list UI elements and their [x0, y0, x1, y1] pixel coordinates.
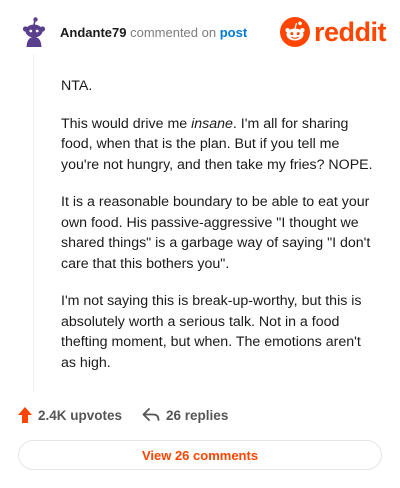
comment-paragraph: NTA. — [61, 78, 93, 94]
comment-actions: 2.4K upvotes 26 replies — [18, 404, 228, 426]
replies-button[interactable]: 26 replies — [142, 408, 228, 423]
comment-header: Andante79 commented on post reddit — [18, 16, 387, 52]
comment-paragraph: This would drive me insane. I'm all for … — [61, 115, 373, 173]
comment-paragraph: I'm not saying this is break-up-worthy, … — [61, 293, 362, 371]
reddit-wordmark: reddit — [313, 17, 387, 47]
username[interactable]: Andante79 — [60, 25, 126, 40]
snoo-avatar-icon — [18, 16, 50, 48]
upvote-button[interactable]: 2.4K upvotes — [18, 407, 122, 423]
thread-line — [33, 54, 34, 392]
reply-arrow-icon — [142, 408, 160, 421]
comment-body: NTA. This would drive me insane. I'm all… — [61, 76, 379, 390]
comment-paragraph: It is a reasonable boundary to be able t… — [61, 194, 371, 272]
upvote-count: 2.4K upvotes — [38, 407, 123, 423]
post-link[interactable]: post — [220, 25, 247, 40]
comment-card: Andante79 commented on post reddit NTA. … — [0, 0, 400, 488]
view-comments-button[interactable]: View 26 comments — [18, 440, 382, 470]
reply-count: 26 replies — [166, 407, 229, 423]
reddit-logo[interactable]: reddit — [279, 16, 387, 48]
action-text: commented on — [130, 25, 217, 40]
user-avatar[interactable] — [18, 16, 50, 48]
emphasis-text: insane — [191, 115, 233, 132]
reddit-snoo-icon — [279, 17, 310, 47]
comment-meta: Andante79 commented on post — [60, 25, 247, 40]
upvote-arrow-icon — [18, 407, 32, 423]
